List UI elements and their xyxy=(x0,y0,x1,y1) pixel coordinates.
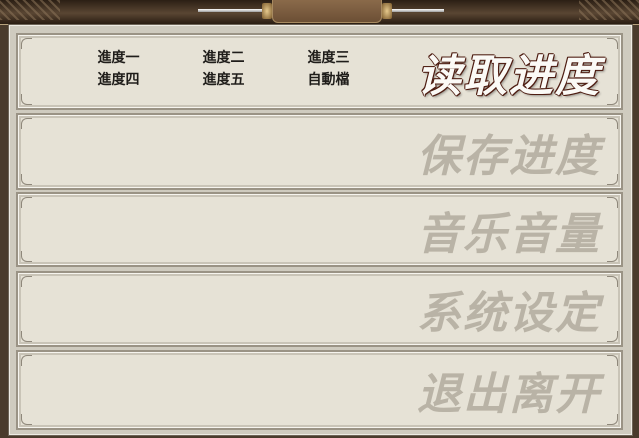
panel-corner-ornament xyxy=(21,94,32,105)
panel-corner-ornament xyxy=(607,276,618,287)
menu-title-music: 音乐音量 xyxy=(417,208,601,260)
panel-corner-ornament xyxy=(607,251,618,262)
sword-guard-right xyxy=(382,3,392,19)
menu-panel-exit[interactable]: 退出离开 xyxy=(16,350,623,430)
panel-corner-ornament xyxy=(21,38,32,49)
panel-corner-ornament xyxy=(21,118,32,129)
panel-corner-ornament xyxy=(21,197,32,208)
menu-panel-load[interactable]: 進度一 進度二 進度三 進度四 進度五 自動檔 读取进度 xyxy=(16,33,623,110)
save-slot-2[interactable]: 進度二 xyxy=(171,49,276,67)
panel-corner-ornament xyxy=(21,414,32,425)
sword-rail-left xyxy=(198,9,268,12)
save-slot-grid: 進度一 進度二 進度三 進度四 進度五 自動檔 xyxy=(66,49,381,89)
panel-corner-ornament xyxy=(607,38,618,49)
sword-rail-right xyxy=(392,9,444,12)
panel-corner-ornament xyxy=(607,197,618,208)
corner-ornament-right xyxy=(579,0,639,20)
menu-panel-system[interactable]: 系统设定 xyxy=(16,271,623,347)
panel-corner-ornament xyxy=(21,276,32,287)
panel-corner-ornament xyxy=(21,251,32,262)
save-slot-4[interactable]: 進度四 xyxy=(66,71,171,89)
panel-corner-ornament xyxy=(607,94,618,105)
save-slot-3[interactable]: 進度三 xyxy=(276,49,381,67)
save-slot-1[interactable]: 進度一 xyxy=(66,49,171,67)
menu-panel-music[interactable]: 音乐音量 xyxy=(16,192,623,267)
panel-corner-ornament xyxy=(21,355,32,366)
panel-corner-ornament xyxy=(607,331,618,342)
panel-corner-ornament xyxy=(607,174,618,185)
top-ornament-bar xyxy=(0,0,639,25)
panel-corner-ornament xyxy=(607,414,618,425)
panel-corner-ornament xyxy=(21,174,32,185)
panel-corner-ornament xyxy=(607,118,618,129)
menu-panel-save[interactable]: 保存进度 xyxy=(16,113,623,190)
save-slot-auto[interactable]: 自動檔 xyxy=(276,71,381,89)
panel-corner-ornament xyxy=(21,331,32,342)
top-plaque xyxy=(272,0,382,23)
menu-title-save: 保存进度 xyxy=(417,130,601,182)
menu-title-system: 系统设定 xyxy=(417,288,601,339)
menu-title-load: 读取进度 xyxy=(417,50,601,102)
panel-corner-ornament xyxy=(607,355,618,366)
sword-guard-left xyxy=(262,3,272,19)
save-slot-5[interactable]: 進度五 xyxy=(171,71,276,89)
menu-title-exit: 退出离开 xyxy=(417,369,601,420)
corner-ornament-left xyxy=(0,0,60,20)
